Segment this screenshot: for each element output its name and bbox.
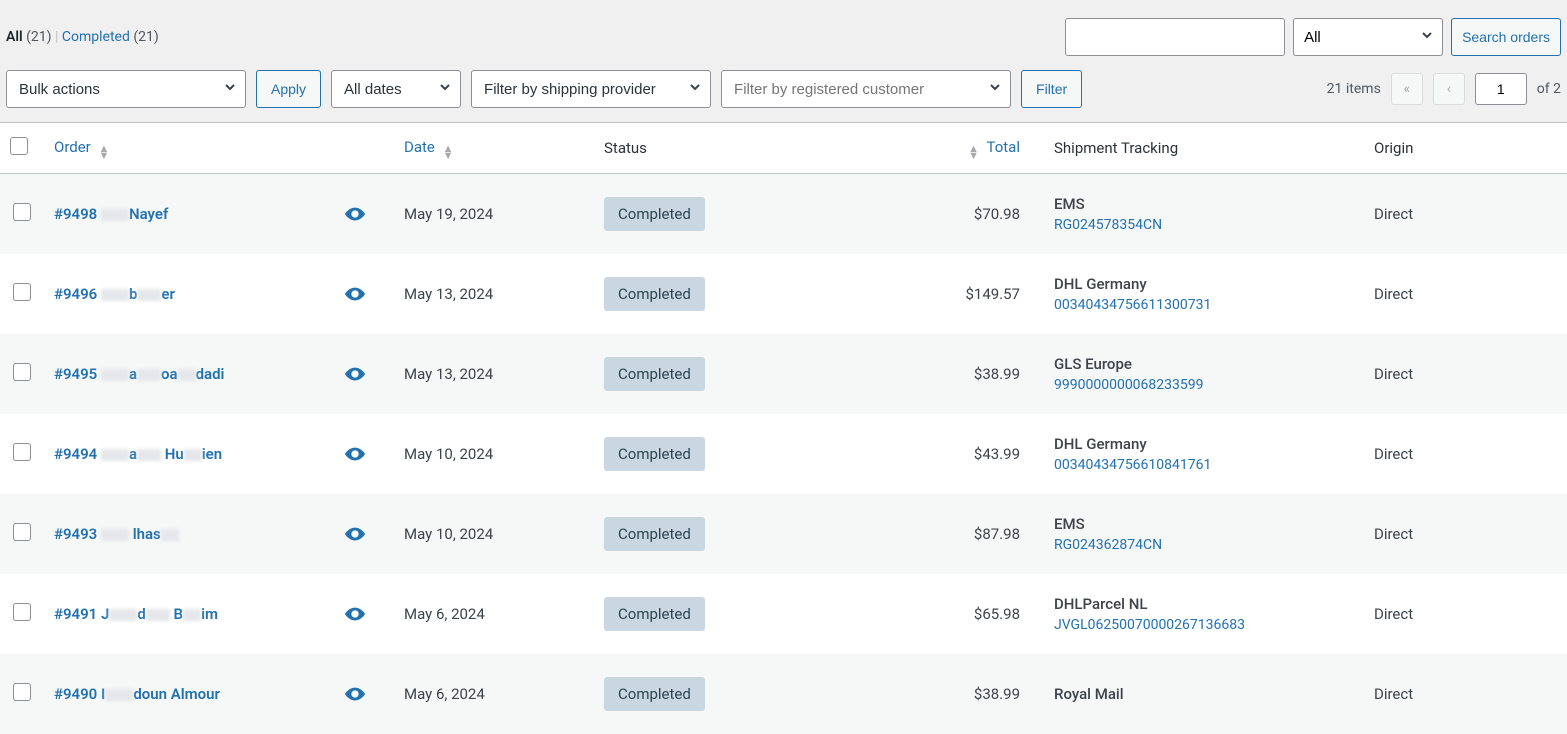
search-orders-button[interactable]: Search orders — [1451, 18, 1561, 56]
table-row: #9496 ber May 13, 2024 Completed $149.57 DHL… — [0, 254, 1567, 334]
order-link[interactable]: #9496 ber — [54, 285, 175, 303]
filter-button[interactable]: Filter — [1021, 70, 1082, 108]
preview-icon[interactable] — [344, 207, 384, 221]
tracking-provider: DHLParcel NL — [1054, 595, 1354, 613]
preview-icon[interactable] — [344, 287, 384, 301]
row-checkbox[interactable] — [13, 363, 31, 381]
tracking-provider: DHL Germany — [1054, 275, 1354, 293]
search-input[interactable] — [1065, 18, 1285, 56]
first-page-button[interactable]: « — [1391, 73, 1423, 105]
pagination: 21 items « ‹ of 2 — [1327, 73, 1561, 105]
item-count: 21 items — [1327, 81, 1381, 97]
column-order[interactable]: Order — [54, 138, 91, 156]
tracking-number-link[interactable]: RG024578354CN — [1054, 217, 1354, 233]
date-filter-select[interactable]: All dates — [331, 70, 461, 108]
preview-icon[interactable] — [344, 367, 384, 381]
tracking-provider: DHL Germany — [1054, 435, 1354, 453]
order-total: $149.57 — [934, 254, 1044, 334]
column-origin: Origin — [1374, 139, 1413, 157]
column-status: Status — [604, 139, 647, 157]
order-total: $87.98 — [934, 494, 1044, 574]
order-link[interactable]: #9494 a Huien — [54, 445, 222, 463]
table-row: #9493 lhas May 10, 2024 Completed $87.98 EMS… — [0, 494, 1567, 574]
order-origin: Direct — [1364, 174, 1567, 254]
status-badge: Completed — [604, 597, 705, 631]
table-row: #9498 Nayef May 19, 2024 Completed $70.98 EM… — [0, 174, 1567, 254]
row-checkbox[interactable] — [13, 443, 31, 461]
row-checkbox[interactable] — [13, 203, 31, 221]
shipping-provider-select[interactable]: Filter by shipping provider — [471, 70, 711, 108]
preview-icon[interactable] — [344, 607, 384, 621]
tab-all[interactable]: All — [6, 29, 23, 45]
row-checkbox[interactable] — [13, 683, 31, 701]
order-total: $70.98 — [934, 174, 1044, 254]
select-all-checkbox[interactable] — [10, 137, 28, 155]
order-origin: Direct — [1364, 494, 1567, 574]
apply-button[interactable]: Apply — [256, 70, 321, 108]
row-checkbox[interactable] — [13, 603, 31, 621]
order-date: May 10, 2024 — [394, 414, 594, 494]
tab-all-count: (21) — [26, 29, 51, 45]
order-date: May 19, 2024 — [394, 174, 594, 254]
page-of-text: of 2 — [1537, 81, 1561, 97]
status-filter-tabs: All (21) | Completed (21) — [6, 29, 159, 45]
table-row: #9491 Jd Bim May 6, 2024 Completed $65.98 DH… — [0, 574, 1567, 654]
tab-completed-count: (21) — [133, 29, 158, 45]
tab-separator: | — [55, 29, 58, 45]
order-origin: Direct — [1364, 334, 1567, 414]
order-origin: Direct — [1364, 254, 1567, 334]
order-link[interactable]: #9498 Nayef — [54, 205, 168, 223]
tracking-number-link[interactable]: RG024362874CN — [1054, 537, 1354, 553]
search-category-select[interactable]: All — [1293, 18, 1443, 56]
tracking-provider: GLS Europe — [1054, 355, 1354, 373]
status-badge: Completed — [604, 277, 705, 311]
tracking-number-link[interactable]: 00340434756611300731 — [1054, 297, 1354, 313]
tracking-provider: EMS — [1054, 515, 1354, 533]
order-date: May 6, 2024 — [394, 574, 594, 654]
order-origin: Direct — [1364, 574, 1567, 654]
preview-icon[interactable] — [344, 447, 384, 461]
order-origin: Direct — [1364, 414, 1567, 494]
prev-page-button[interactable]: ‹ — [1433, 73, 1465, 105]
order-total: $43.99 — [934, 414, 1044, 494]
tab-completed[interactable]: Completed (21) — [62, 29, 159, 45]
order-date: May 13, 2024 — [394, 334, 594, 414]
preview-icon[interactable] — [344, 527, 384, 541]
column-tracking: Shipment Tracking — [1054, 139, 1178, 157]
order-link[interactable]: #9491 Jd Bim — [54, 605, 218, 623]
sort-icon: ▲▼ — [968, 145, 979, 159]
row-checkbox[interactable] — [13, 283, 31, 301]
row-checkbox[interactable] — [13, 523, 31, 541]
tracking-number-link[interactable]: 00340434756610841761 — [1054, 457, 1354, 473]
page-number-input[interactable] — [1475, 73, 1527, 105]
table-row: #9494 a Huien May 10, 2024 Completed $43.99… — [0, 414, 1567, 494]
column-date[interactable]: Date — [404, 138, 435, 156]
orders-table: Order ▲▼ Date ▲▼ Status ▲▼ Total Shipmen… — [0, 122, 1567, 734]
bulk-actions-select[interactable]: Bulk actions — [6, 70, 246, 108]
status-badge: Completed — [604, 437, 705, 471]
tracking-number-link[interactable]: JVGL06250070000267136683 — [1054, 617, 1354, 633]
table-row: #9495 aoadadi May 13, 2024 Completed $38.99… — [0, 334, 1567, 414]
status-badge: Completed — [604, 517, 705, 551]
sort-icon: ▲▼ — [443, 145, 454, 159]
status-badge: Completed — [604, 197, 705, 231]
order-link[interactable]: #9495 aoadadi — [54, 365, 224, 383]
column-total[interactable]: Total — [987, 138, 1021, 156]
tracking-provider: EMS — [1054, 195, 1354, 213]
order-total: $38.99 — [934, 334, 1044, 414]
order-total: $65.98 — [934, 574, 1044, 654]
order-link[interactable]: #9493 lhas — [54, 525, 179, 543]
order-date: May 13, 2024 — [394, 254, 594, 334]
status-badge: Completed — [604, 357, 705, 391]
tracking-number-link[interactable]: 9990000000068233599 — [1054, 377, 1354, 393]
order-date: May 10, 2024 — [394, 494, 594, 574]
sort-icon: ▲▼ — [99, 145, 110, 159]
customer-filter-select[interactable]: Filter by registered customer — [721, 70, 1011, 108]
